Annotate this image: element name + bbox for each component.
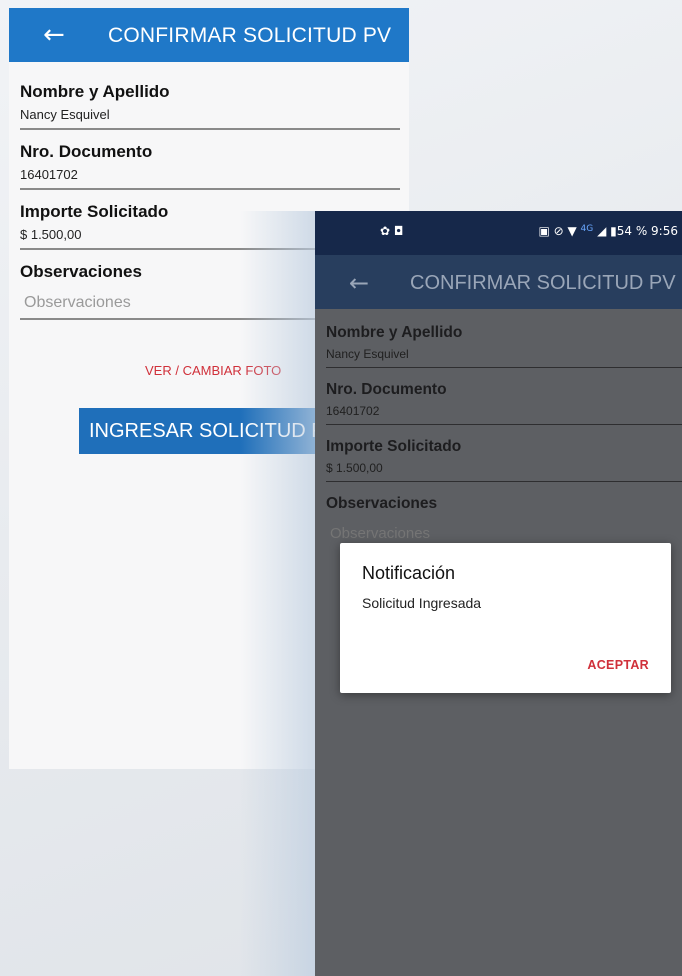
amount-value: $ 1.500,00 (326, 461, 383, 475)
name-value[interactable]: Nancy Esquivel (20, 107, 400, 122)
name-label: Nombre y Apellido (326, 324, 463, 341)
signal-icon: ◢ (597, 224, 607, 238)
document-underline (20, 188, 400, 190)
observations-field: Observaciones Observaciones (326, 495, 682, 542)
name-value: Nancy Esquivel (326, 347, 409, 361)
notification-dialog: Notificación Solicitud Ingresada ACEPTAR (340, 543, 671, 693)
amount-label: Importe Solicitado (326, 438, 462, 455)
document-label: Nro. Documento (20, 142, 153, 161)
name-underline (326, 367, 682, 368)
name-field: Nombre y Apellido Nancy Esquivel (326, 324, 682, 368)
name-underline (20, 128, 400, 130)
name-field: Nombre y Apellido Nancy Esquivel (20, 82, 400, 130)
document-label: Nro. Documento (326, 381, 447, 398)
name-label: Nombre y Apellido (20, 82, 170, 101)
page-title: CONFIRMAR SOLICITUD PV (108, 24, 392, 47)
amount-underline (326, 481, 682, 482)
document-value[interactable]: 16401702 (20, 167, 400, 182)
page-title: CONFIRMAR SOLICITUD PV (410, 272, 676, 294)
notification-icons: ✿ ◘ (380, 224, 404, 238)
dialog-message: Solicitud Ingresada (362, 595, 482, 611)
system-status-icons: ▣ ⊘ ▼ 4G ◢ ▮54 % 9:56 (538, 224, 678, 238)
network-type: 4G (580, 224, 594, 234)
document-field: Nro. Documento 16401702 (326, 381, 682, 425)
cast-mute-wifi-icons: ▣ ⊘ ▼ (538, 224, 577, 238)
back-arrow-icon[interactable]: ← (349, 269, 369, 297)
transition-fade (240, 211, 320, 976)
foreground-screen: ✿ ◘ ▣ ⊘ ▼ 4G ◢ ▮54 % 9:56 ← CONFIRMAR SO… (315, 211, 682, 976)
status-bar: ✿ ◘ ▣ ⊘ ▼ 4G ◢ ▮54 % 9:56 (315, 211, 682, 255)
back-arrow-icon[interactable]: ← (43, 22, 65, 48)
document-value: 16401702 (326, 404, 380, 418)
document-underline (326, 424, 682, 425)
app-bar-dimmed: ← CONFIRMAR SOLICITUD PV (315, 255, 682, 309)
battery-clock: ▮54 % 9:56 (610, 224, 678, 238)
accept-button[interactable]: ACEPTAR (587, 658, 649, 672)
observations-label: Observaciones (326, 495, 438, 512)
observations-input: Observaciones (330, 525, 431, 542)
amount-field: Importe Solicitado $ 1.500,00 (326, 438, 682, 482)
document-field: Nro. Documento 16401702 (20, 142, 400, 190)
app-bar: ← CONFIRMAR SOLICITUD PV (9, 8, 409, 62)
dialog-title: Notificación (362, 563, 456, 583)
